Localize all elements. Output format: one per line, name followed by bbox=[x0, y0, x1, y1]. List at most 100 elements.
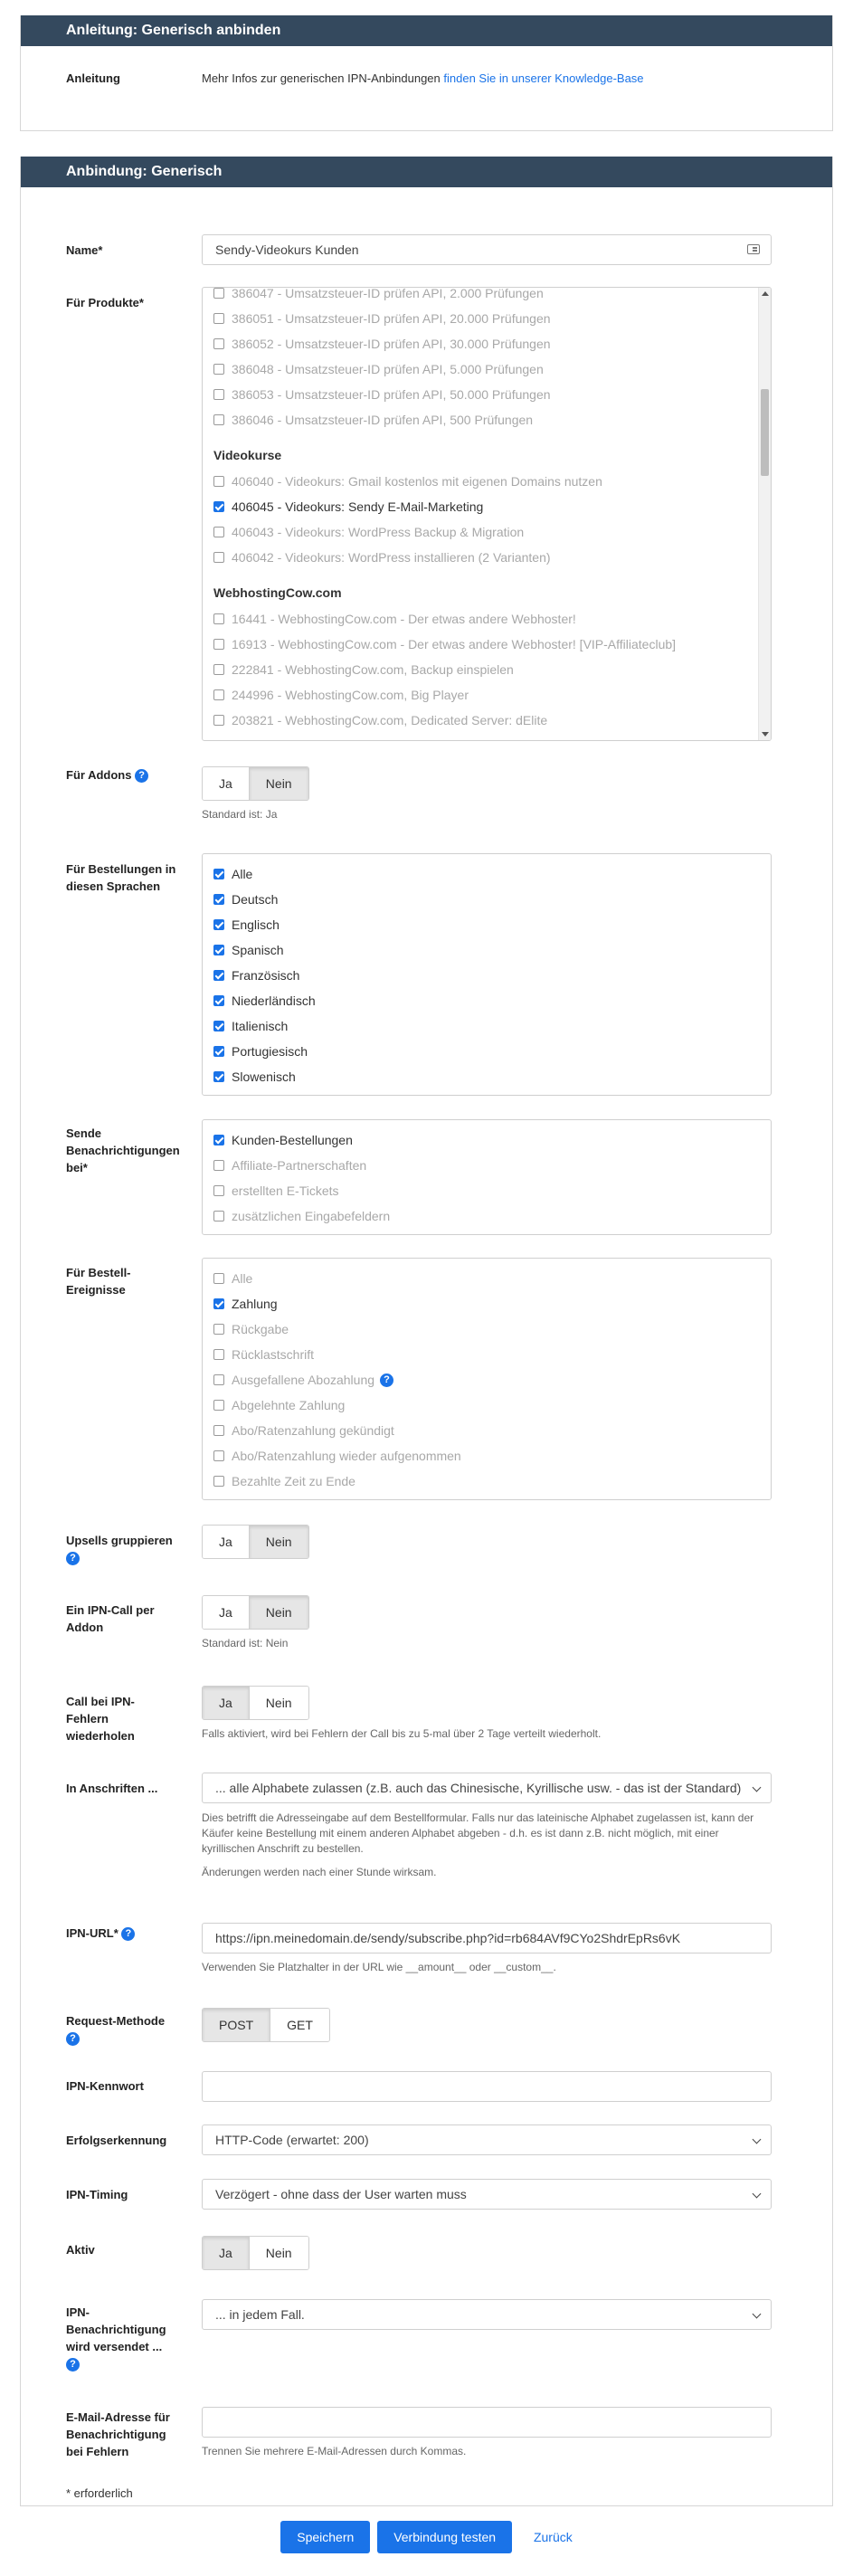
products-list[interactable]: 386047 - Umsatzsteuer-ID prüfen API, 2.0… bbox=[202, 287, 772, 741]
sent-when-select[interactable]: ... in jedem Fall. bbox=[202, 2299, 772, 2330]
checkbox-item[interactable]: Portugiesisch bbox=[213, 1039, 760, 1064]
addons-toggle[interactable]: Ja Nein bbox=[202, 766, 309, 801]
checkbox[interactable] bbox=[213, 338, 224, 349]
checkbox-item[interactable]: 386053 - Umsatzsteuer-ID prüfen API, 50.… bbox=[213, 382, 760, 407]
checkbox[interactable] bbox=[213, 869, 224, 879]
active-yes-button[interactable]: Ja bbox=[203, 2237, 249, 2269]
checkbox-item[interactable]: Italienisch bbox=[213, 1013, 760, 1039]
checkbox[interactable] bbox=[213, 1450, 224, 1461]
checkbox-item[interactable]: Kunden-Bestellungen bbox=[213, 1127, 760, 1153]
checkbox[interactable] bbox=[213, 1298, 224, 1309]
scroll-up-arrow-icon[interactable] bbox=[762, 291, 769, 296]
checkbox[interactable] bbox=[213, 1021, 224, 1031]
checkbox[interactable] bbox=[213, 1135, 224, 1145]
knowledge-base-link[interactable]: finden Sie in unserer Knowledge-Base bbox=[443, 71, 643, 85]
checkbox-item[interactable]: 386052 - Umsatzsteuer-ID prüfen API, 30.… bbox=[213, 331, 760, 356]
help-icon[interactable]: ? bbox=[66, 1552, 80, 1566]
checkbox[interactable] bbox=[213, 1476, 224, 1487]
checkbox-item[interactable]: Affiliate-Partnerschaften bbox=[213, 1153, 760, 1178]
checkbox[interactable] bbox=[213, 1071, 224, 1082]
checkbox-item[interactable]: 203821 - WebhostingCow.com, Dedicated Se… bbox=[213, 708, 760, 733]
checkbox-item[interactable]: Bezahlte Zeit zu Ende bbox=[213, 1469, 760, 1494]
help-icon[interactable]: ? bbox=[66, 2358, 80, 2372]
active-no-button[interactable]: Nein bbox=[248, 2237, 308, 2269]
checkbox[interactable] bbox=[213, 1160, 224, 1171]
ipn-url-input[interactable]: https://ipn.meinedomain.de/sendy/subscri… bbox=[202, 1923, 772, 1953]
active-toggle[interactable]: Ja Nein bbox=[202, 2236, 309, 2270]
timing-select[interactable]: Verzögert - ohne dass der User warten mu… bbox=[202, 2179, 772, 2210]
method-toggle[interactable]: POST GET bbox=[202, 2008, 330, 2042]
name-input[interactable]: Sendy-Videokurs Kunden bbox=[202, 234, 772, 265]
checkbox-item[interactable]: Deutsch bbox=[213, 887, 760, 912]
checkbox[interactable] bbox=[213, 389, 224, 400]
upsells-toggle[interactable]: Ja Nein bbox=[202, 1525, 309, 1559]
checkbox-item[interactable]: Abo/Ratenzahlung gekündigt bbox=[213, 1418, 760, 1443]
method-post-button[interactable]: POST bbox=[203, 2009, 270, 2041]
checkbox[interactable] bbox=[213, 613, 224, 624]
checkbox[interactable] bbox=[213, 1425, 224, 1436]
checkbox[interactable] bbox=[213, 1273, 224, 1284]
retry-no-button[interactable]: Nein bbox=[248, 1687, 308, 1719]
checkbox-item[interactable]: Spanisch bbox=[213, 937, 760, 963]
checkbox-item[interactable]: 244996 - WebhostingCow.com, Big Player bbox=[213, 682, 760, 708]
checkbox[interactable] bbox=[213, 364, 224, 375]
ipn-per-addon-toggle[interactable]: Ja Nein bbox=[202, 1595, 309, 1630]
checkbox[interactable] bbox=[213, 664, 224, 675]
checkbox[interactable] bbox=[213, 1324, 224, 1335]
checkbox[interactable] bbox=[213, 476, 224, 487]
scroll-thumb[interactable] bbox=[761, 389, 769, 476]
checkbox-item[interactable]: Ausgefallene Abozahlung? bbox=[213, 1367, 760, 1393]
checkbox-item[interactable]: 406042 - Videokurs: WordPress installier… bbox=[213, 545, 760, 570]
checkbox-item[interactable]: Alle bbox=[213, 1266, 760, 1291]
checkbox-item[interactable]: erstellten E-Tickets bbox=[213, 1178, 760, 1203]
checkbox[interactable] bbox=[213, 288, 224, 299]
password-input[interactable] bbox=[202, 2071, 772, 2102]
checkbox-item[interactable]: Alle bbox=[213, 861, 760, 887]
checkbox-item[interactable]: 406043 - Videokurs: WordPress Backup & M… bbox=[213, 519, 760, 545]
back-link[interactable]: Zurück bbox=[534, 2530, 573, 2544]
save-button[interactable]: Speichern bbox=[280, 2521, 371, 2553]
checkbox-item[interactable]: 386048 - Umsatzsteuer-ID prüfen API, 5.0… bbox=[213, 356, 760, 382]
method-get-button[interactable]: GET bbox=[270, 2009, 329, 2041]
checkbox-item[interactable]: 406040 - Videokurs: Gmail kostenlos mit … bbox=[213, 469, 760, 494]
checkbox-item[interactable]: Rücklastschrift bbox=[213, 1342, 760, 1367]
success-select[interactable]: HTTP-Code (erwartet: 200) bbox=[202, 2124, 772, 2155]
help-icon[interactable]: ? bbox=[135, 769, 149, 784]
ipn-per-addon-no-button[interactable]: Nein bbox=[248, 1596, 308, 1629]
test-connection-button[interactable]: Verbindung testen bbox=[377, 2521, 513, 2553]
checkbox[interactable] bbox=[213, 1400, 224, 1411]
upsells-no-button[interactable]: Nein bbox=[248, 1526, 308, 1558]
checkbox-item[interactable]: Französisch bbox=[213, 963, 760, 988]
checkbox[interactable] bbox=[213, 1349, 224, 1360]
help-icon[interactable]: ? bbox=[380, 1373, 394, 1387]
checkbox-item[interactable]: 386047 - Umsatzsteuer-ID prüfen API, 2.0… bbox=[213, 288, 760, 306]
checkbox[interactable] bbox=[213, 715, 224, 726]
addresses-select[interactable]: ... alle Alphabete zulassen (z.B. auch d… bbox=[202, 1773, 772, 1803]
addons-yes-button[interactable]: Ja bbox=[203, 767, 249, 800]
scroll-down-arrow-icon[interactable] bbox=[762, 732, 769, 737]
checkbox[interactable] bbox=[213, 552, 224, 563]
checkbox-item[interactable]: 386046 - Umsatzsteuer-ID prüfen API, 500… bbox=[213, 407, 760, 433]
checkbox[interactable] bbox=[213, 919, 224, 930]
checkbox-item[interactable]: 222841 - WebhostingCow.com, Backup einsp… bbox=[213, 657, 760, 682]
checkbox[interactable] bbox=[213, 501, 224, 512]
checkbox-item[interactable]: Zahlung bbox=[213, 1291, 760, 1317]
checkbox-item[interactable]: Niederländisch bbox=[213, 988, 760, 1013]
checkbox[interactable] bbox=[213, 689, 224, 700]
checkbox-item[interactable]: 406045 - Videokurs: Sendy E-Mail-Marketi… bbox=[213, 494, 760, 519]
checkbox-item[interactable]: Rückgabe bbox=[213, 1317, 760, 1342]
checkbox-item[interactable]: Abgelehnte Zahlung bbox=[213, 1393, 760, 1418]
ipn-per-addon-yes-button[interactable]: Ja bbox=[203, 1596, 249, 1629]
checkbox[interactable] bbox=[213, 970, 224, 981]
retry-yes-button[interactable]: Ja bbox=[203, 1687, 249, 1719]
addons-no-button[interactable]: Nein bbox=[248, 767, 308, 800]
retry-toggle[interactable]: Ja Nein bbox=[202, 1686, 309, 1720]
checkbox[interactable] bbox=[213, 995, 224, 1006]
help-icon[interactable]: ? bbox=[66, 2032, 80, 2047]
checkbox[interactable] bbox=[213, 894, 224, 905]
checkbox-item[interactable]: Slowenisch bbox=[213, 1064, 760, 1089]
checkbox-item[interactable]: 16441 - WebhostingCow.com - Der etwas an… bbox=[213, 606, 760, 632]
checkbox[interactable] bbox=[213, 1046, 224, 1057]
checkbox[interactable] bbox=[213, 313, 224, 324]
checkbox[interactable] bbox=[213, 527, 224, 537]
